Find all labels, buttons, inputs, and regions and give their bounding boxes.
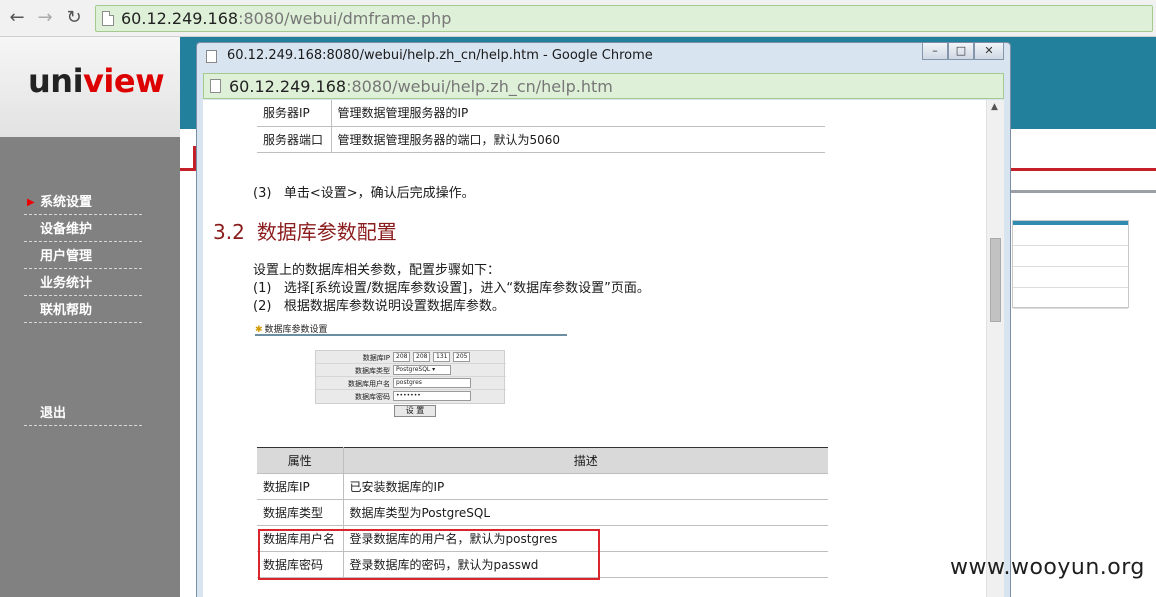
browser-toolbar: ← → ↻ 60.12.249.168:8080/webui/dmframe.p… (0, 0, 1156, 37)
sidebar-item-logout[interactable]: 退出 (24, 402, 142, 426)
mini-set-button: 设 置 (394, 405, 436, 417)
mini-label: 数据库IP (362, 354, 390, 362)
sidebar-item-user-management[interactable]: 用户管理 (24, 245, 142, 269)
mini-input: ••••••• (393, 391, 471, 401)
logo-area: uniview (0, 37, 180, 137)
mini-ip-octet: 208 (413, 352, 430, 362)
screenshot-root: ← → ↻ 60.12.249.168:8080/webui/dmframe.p… (0, 0, 1156, 597)
vertical-scrollbar[interactable]: ▲ (986, 100, 1004, 597)
table-row: 数据库类型 数据库类型为PostgreSQL (257, 499, 828, 526)
popup-address-text[interactable]: 60.12.249.168:8080/webui/help.zh_cn/help… (229, 77, 613, 96)
table-cell: 服务器IP (257, 100, 332, 127)
table-cell: 数据库类型为PostgreSQL (343, 499, 828, 526)
sidebar-item-system-settings[interactable]: ▶ 系统设置 (24, 191, 142, 215)
table-row: 数据库IP 已安装数据库的IP (257, 473, 828, 500)
sidebar: uniview ▶ 系统设置 设备维护 用户管理 业务统计 联机帮助 退出 (0, 37, 180, 597)
mini-label: 数据库用户名 (348, 380, 390, 388)
scroll-up-arrow-icon[interactable]: ▲ (991, 102, 998, 112)
popup-title: 60.12.249.168:8080/webui/help.zh_cn/help… (227, 48, 653, 63)
intro-text: 设置上的数据库相关参数，配置步骤如下： (253, 263, 501, 278)
address-bar[interactable]: 60.12.249.168:8080/webui/dmframe.php (95, 5, 1153, 32)
mini-db-form: 数据库IP 208 208 131 205 数据库类型 PostgreSQL ▾… (315, 350, 506, 404)
table-header-row: 属性 描述 (257, 447, 828, 474)
column-header: 属性 (257, 447, 344, 474)
mini-ip-octet: 205 (453, 352, 470, 362)
address-text[interactable]: 60.12.249.168:8080/webui/dmframe.php (121, 9, 451, 28)
maximize-button[interactable]: □ (948, 43, 974, 60)
step-3: (3) 单击<设置>，确认后完成操作。 (253, 186, 475, 201)
mini-row-ip: 数据库IP 208 208 131 205 (316, 351, 506, 364)
page-icon (206, 50, 217, 63)
uniview-logo: uniview (28, 62, 165, 100)
table-cell: 数据库类型 (257, 499, 344, 526)
mini-row-type: 数据库类型 PostgreSQL ▾ (316, 364, 506, 377)
active-arrow-icon: ▶ (27, 197, 35, 208)
reload-icon[interactable]: ↻ (63, 6, 85, 30)
mini-select: PostgreSQL ▾ (393, 365, 451, 375)
table-cell: 已安装数据库的IP (343, 473, 828, 500)
mini-row-pass: 数据库密码 ••••••• (316, 390, 506, 403)
minimize-button[interactable]: – (922, 43, 948, 60)
content-divider (1010, 190, 1156, 193)
forward-arrow-icon[interactable]: → (34, 6, 56, 30)
page-icon (210, 79, 221, 93)
background-panel (1012, 220, 1129, 309)
table-cell: 数据库IP (257, 473, 344, 500)
column-header: 描述 (343, 447, 828, 474)
sidebar-item-online-help[interactable]: 联机帮助 (24, 299, 142, 323)
mini-input: postgres (393, 378, 471, 388)
table-cell: 管理数据管理服务器的IP (331, 100, 825, 127)
server-params-table: 服务器IP 管理数据管理服务器的IP 服务器端口 管理数据管理服务器的端口，默认… (257, 100, 825, 153)
mini-divider (255, 334, 567, 336)
table-cell: 服务器端口 (257, 126, 332, 153)
sidebar-item-business-stats[interactable]: 业务统计 (24, 272, 142, 296)
table-row: 服务器端口 管理数据管理服务器的端口，默认为5060 (257, 126, 825, 153)
section-heading: 3.2 数据库参数配置 (213, 220, 397, 244)
mini-ip-octet: 208 (393, 352, 410, 362)
back-arrow-icon[interactable]: ← (6, 6, 28, 30)
mini-label: 数据库密码 (355, 393, 390, 401)
mini-row-user: 数据库用户名 postgres (316, 377, 506, 390)
step-2: (2) 根据数据库参数说明设置数据库参数。 (253, 299, 505, 314)
sidebar-item-device-maintenance[interactable]: 设备维护 (24, 218, 142, 242)
close-button[interactable]: ✕ (974, 43, 1004, 60)
table-cell: 管理数据管理服务器的端口，默认为5060 (331, 126, 825, 153)
help-popup-window: 60.12.249.168:8080/webui/help.zh_cn/help… (196, 42, 1011, 597)
page-icon (102, 11, 114, 26)
scroll-thumb[interactable] (990, 238, 1001, 322)
credentials-highlight-box (258, 529, 600, 580)
popup-address-bar[interactable]: 60.12.249.168:8080/webui/help.zh_cn/help… (203, 73, 1004, 99)
mini-label: 数据库类型 (355, 367, 390, 375)
table-row: 服务器IP 管理数据管理服务器的IP (257, 100, 825, 127)
watermark: www.wooyun.org (950, 555, 1145, 580)
mini-ip-octet: 131 (433, 352, 450, 362)
help-content: 服务器IP 管理数据管理服务器的IP 服务器端口 管理数据管理服务器的端口，默认… (203, 100, 986, 597)
step-1: (1) 选择[系统设置/数据库参数设置]，进入“数据库参数设置”页面。 (253, 281, 650, 296)
